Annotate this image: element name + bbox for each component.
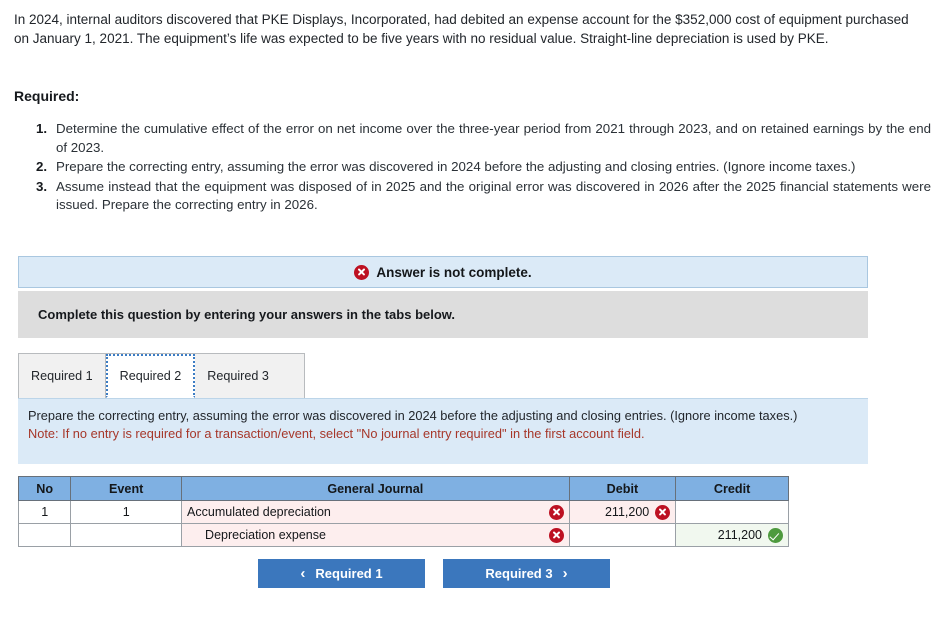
tab-instruction-note: Note: If no entry is required for a tran… [28, 425, 645, 441]
chevron-left-icon: ‹ [300, 565, 306, 582]
requirement-number: 3. [36, 178, 48, 194]
account-name: Depreciation expense [205, 528, 326, 542]
tab-instruction-text: Prepare the correcting entry, assuming t… [28, 408, 798, 423]
cell-account-select[interactable]: Accumulated depreciation [181, 500, 570, 524]
tab-label: Required 1 [31, 369, 93, 383]
requirement-number: 1. [36, 121, 48, 136]
answer-status-text: Answer is not complete. [376, 264, 532, 280]
tab-label: Required 3 [207, 369, 269, 383]
requirement-item-1: 1. Determine the cumulative effect of th… [36, 120, 931, 157]
cell-no [17, 523, 72, 547]
requirement-item-2: 2. Prepare the correcting entry, assumin… [36, 158, 931, 177]
requirements-list: 1. Determine the cumulative effect of th… [36, 120, 931, 216]
requirement-text: Assume instead that the equipment was di… [56, 178, 931, 213]
table-row: 1 1 Accumulated depreciation 211,200 [17, 500, 789, 524]
column-header-no: No [17, 476, 72, 501]
problem-statement: In 2024, internal auditors discovered th… [14, 12, 909, 46]
tab-required-3[interactable]: Required 3 [195, 354, 281, 398]
column-header-debit: Debit [568, 476, 677, 501]
cell-debit-input[interactable]: 211,200 [568, 500, 677, 524]
previous-button-label: Required 1 [315, 566, 383, 581]
cell-event: 1 [70, 500, 183, 524]
next-required-button[interactable]: Required 3 › [443, 559, 610, 588]
tab-instruction-panel: Prepare the correcting entry, assuming t… [18, 398, 868, 464]
homework-question-page: In 2024, internal auditors discovered th… [0, 0, 931, 634]
x-circle-red-icon [655, 504, 671, 520]
credit-amount: 211,200 [717, 528, 762, 542]
answer-status-banner: Answer is not complete. [18, 256, 868, 288]
next-button-label: Required 3 [485, 566, 553, 581]
requirement-text: Determine the cumulative effect of the e… [56, 121, 931, 155]
chevron-right-icon: › [562, 565, 568, 582]
instruction-strip-text: Complete this question by entering your … [38, 307, 456, 322]
column-header-general-journal: General Journal [181, 476, 570, 501]
requirement-item-3: 3. Assume instead that the equipment was… [36, 178, 931, 215]
requirement-number: 2. [36, 159, 48, 174]
previous-required-button[interactable]: ‹ Required 1 [258, 559, 425, 588]
general-journal-table: No Event General Journal Debit Credit 1 … [17, 476, 789, 547]
table-header-row: No Event General Journal Debit Credit [17, 476, 789, 501]
requirement-text: Prepare the correcting entry, assuming t… [56, 159, 856, 174]
column-header-event: Event [70, 476, 183, 501]
cell-account-select[interactable]: Depreciation expense [181, 523, 570, 547]
cell-debit-input[interactable] [568, 523, 677, 547]
required-heading: Required: [14, 88, 80, 104]
instruction-strip: Complete this question by entering your … [18, 291, 868, 338]
check-circle-green-icon [768, 527, 783, 543]
debit-amount: 211,200 [604, 505, 650, 519]
tab-required-1[interactable]: Required 1 [19, 354, 106, 398]
account-name: Accumulated depreciation [187, 505, 331, 519]
x-circle-red-icon [548, 527, 564, 543]
x-circle-red-icon [548, 504, 564, 520]
cell-no: 1 [17, 500, 72, 524]
cell-credit-input[interactable] [675, 500, 789, 524]
table-row: Depreciation expense 211,200 [17, 523, 789, 547]
column-header-credit: Credit [675, 476, 789, 501]
tab-required-2[interactable]: Required 2 [105, 354, 196, 398]
tab-strip: Required 1 Required 2 Required 3 [18, 353, 305, 399]
cell-credit-input[interactable]: 211,200 [675, 523, 789, 547]
cell-event [70, 523, 183, 547]
tab-label: Required 2 [119, 369, 182, 383]
x-circle-red-icon [354, 264, 370, 280]
